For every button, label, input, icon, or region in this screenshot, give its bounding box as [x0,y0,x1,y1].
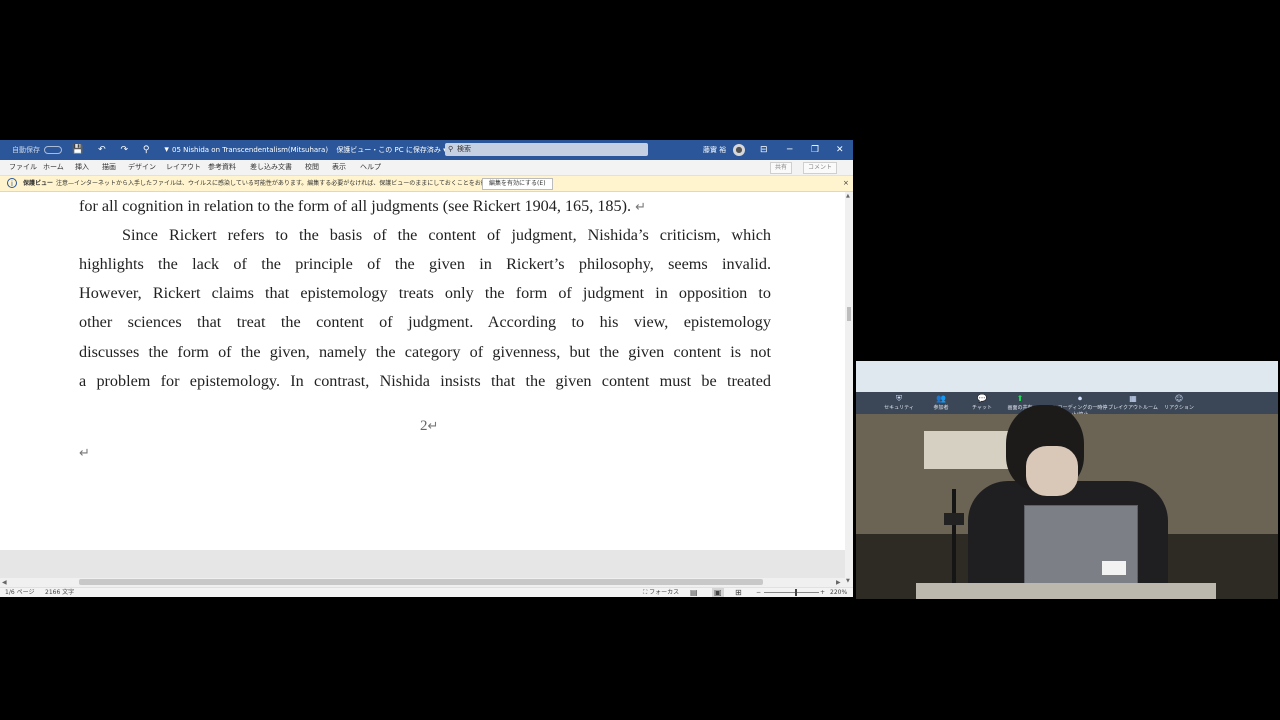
user-name[interactable]: 藤實 裕 [703,140,726,160]
zoom-slider[interactable] [764,592,819,593]
ribbon-tabs: ファイル ホーム 挿入 描画 デザイン レイアウト 参考資料 差し込み文書 校閲… [0,160,853,176]
vertical-scrollbar[interactable]: ▲ ▼ [845,192,853,587]
security-button[interactable]: ⛨ セキュリティ [884,394,914,411]
shield-icon: ⛨ [896,394,902,403]
minimize-button[interactable]: ─ [787,140,792,160]
reactions-label: リアクション [1164,405,1194,411]
scroll-left-icon[interactable]: ◀ [2,578,7,587]
close-protected-bar-icon[interactable]: × [843,176,849,191]
chat-icon: 💬 [977,394,987,403]
focus-icon: ⛶ [643,589,648,596]
web-layout-icon[interactable]: ⊞ [735,588,742,597]
tab-layout[interactable]: レイアウト [166,160,201,175]
tab-design[interactable]: デザイン [128,160,156,175]
page-gap [0,550,845,578]
word-count[interactable]: 2166 文字 [45,588,74,597]
scroll-up-icon[interactable]: ▲ [846,193,850,199]
document-title-text: 05 Nishida on Transcendentalism(Mitsuhar… [172,146,329,154]
security-label: セキュリティ [884,405,914,411]
speaker-face [1026,446,1078,496]
info-icon: i [7,178,17,188]
reactions-icon: ☺ [1174,394,1184,403]
tab-draw[interactable]: 描画 [102,160,116,175]
enable-editing-button[interactable]: 編集を有効にする(E) [482,178,553,190]
word-window: 自動保存 💾 ↶ ↷ ⚲ ▾ 05 Nishida on Transcenden… [0,140,853,597]
participants-label: 参加者 [933,405,949,411]
scroll-right-icon[interactable]: ▶ [836,578,841,587]
status-bar: 1/6 ページ 2166 文字 ⛶ フォーカス ▤ ▣ ⊞ − + 220% [0,587,853,597]
document-status[interactable]: 保護ビュー・この PC に保存済み ▾ [336,146,446,154]
vertical-scroll-thumb[interactable] [847,307,851,321]
quick-access-toolbar[interactable]: 💾 ↶ ↷ ⚲ ▾ [72,140,175,160]
horizontal-scroll-thumb[interactable] [79,579,763,585]
autosave-label: 自動保存 [12,146,40,154]
document-title: 05 Nishida on Transcendentalism(Mitsuhar… [172,140,447,160]
tab-mailings[interactable]: 差し込み文書 [250,160,292,175]
zoom-level[interactable]: 220% [830,588,847,597]
avatar-icon[interactable]: ● [733,144,745,156]
comments-button[interactable]: コメント [803,162,838,174]
table [916,583,1216,599]
ribbon-display-options-icon[interactable]: ⊟ [760,140,768,160]
camera-icon [944,513,964,525]
print-layout-icon[interactable]: ▣ [712,588,724,597]
video-background [856,361,1278,392]
laptop-sticker [1102,561,1126,575]
camera-tripod [952,489,956,584]
page-number: 2↵ [420,418,438,435]
read-mode-icon[interactable]: ▤ [690,588,698,597]
comments-label: コメント [808,164,833,171]
page-count[interactable]: 1/6 ページ [5,588,34,597]
page-number-value: 2 [420,418,428,434]
focus-label: フォーカス [649,589,680,596]
breakout-rooms-icon: ▦ [1129,394,1137,403]
focus-mode-button[interactable]: ⛶ フォーカス [643,588,679,597]
reactions-button[interactable]: ☺ リアクション [1164,394,1194,411]
share-label: 共有 [775,164,788,171]
tab-review[interactable]: 校閲 [305,160,319,175]
search-box[interactable]: ⚲ 検索 [445,143,648,156]
tab-references[interactable]: 参考資料 [208,160,236,175]
protected-view-bar: i 保護ビュー 注意—インターネットから入手したファイルは、ウイルスに感染してい… [0,176,853,192]
tab-home[interactable]: ホーム [43,160,64,175]
close-button[interactable]: ✕ [836,140,844,160]
restore-button[interactable]: ❐ [811,140,819,160]
zoom-slider-thumb[interactable] [795,589,797,596]
participants-button[interactable]: 👥 参加者 [926,394,956,411]
paragraph-mark: ↵ [427,418,439,433]
page-footer-region: 2↵ ↵ [0,192,845,578]
horizontal-scrollbar[interactable]: ◀ ▶ [0,578,845,587]
search-icon: ⚲ [448,145,454,153]
tab-view[interactable]: 表示 [332,160,346,175]
share-button[interactable]: 共有 [770,162,793,174]
share-screen-icon: ⬆ [1016,394,1024,403]
record-icon: ⏺ [1078,394,1082,403]
breakout-rooms-button[interactable]: ▦ ブレイクアウトルーム [1108,394,1158,411]
tab-insert[interactable]: 挿入 [75,160,89,175]
webcam-video-panel: ⛨セキュリティ 👥参加者 💬チャット ⬆画面の共有 ⏺レコーディングの一時停止/… [856,361,1278,599]
chat-label: チャット [972,405,992,411]
zoom-in-icon[interactable]: + [820,588,825,597]
title-bar: 自動保存 💾 ↶ ↷ ⚲ ▾ 05 Nishida on Transcenden… [0,140,853,160]
tab-help[interactable]: ヘルプ [360,160,381,175]
protected-view-message: 注意—インターネットから入手したファイルは、ウイルスに感染している可能性がありま… [56,180,517,187]
participants-icon: 👥 [936,394,946,403]
paragraph-mark: ↵ [79,446,90,461]
tab-file[interactable]: ファイル [9,160,37,175]
breakout-rooms-label: ブレイクアウトルーム [1108,405,1158,411]
document-area[interactable]: for all cognition in relation to the for… [0,192,845,578]
chat-button[interactable]: 💬 チャット [967,394,997,411]
search-placeholder: 検索 [457,145,471,153]
scroll-down-icon[interactable]: ▼ [846,578,850,584]
autosave-toggle[interactable] [44,146,62,154]
protected-view-title: 保護ビュー [23,180,54,187]
zoom-out-icon[interactable]: − [756,588,761,597]
